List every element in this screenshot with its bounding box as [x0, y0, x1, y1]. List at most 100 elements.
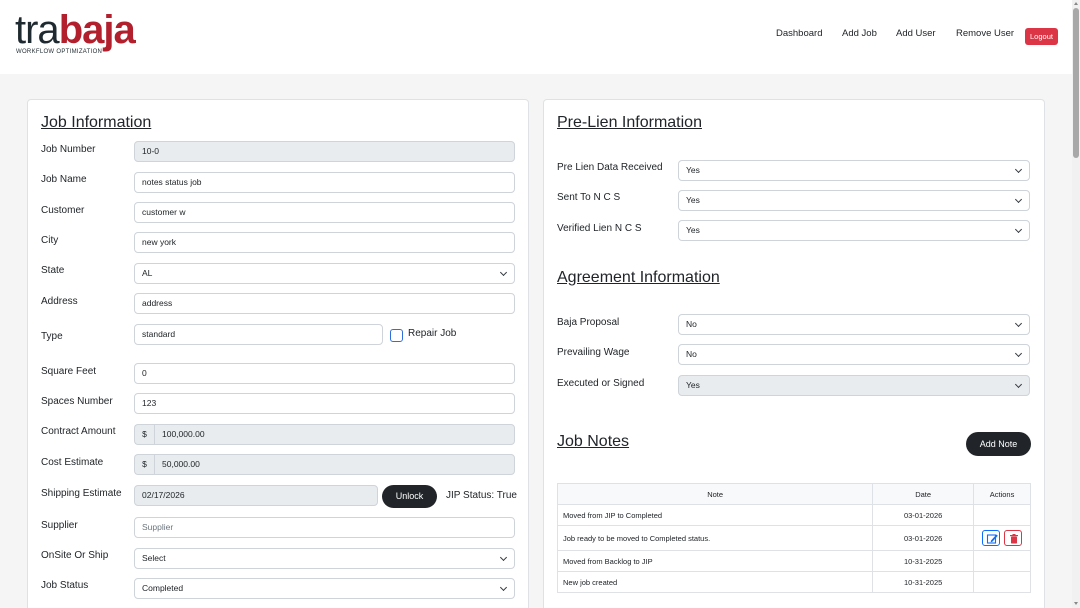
state-select-value: AL [142, 268, 153, 278]
pre-lien-data-received-value: Yes [686, 165, 700, 175]
unlock-button[interactable]: Unlock [382, 485, 437, 508]
actions-cell [973, 504, 1031, 526]
agreement-title: Agreement Information [557, 269, 720, 286]
date-cell: 10-31-2025 [872, 550, 975, 572]
prevailing-wage-label: Prevailing Wage [557, 347, 630, 358]
verified-lien-ncs-select[interactable]: Yes [678, 220, 1030, 241]
job-notes-table: Note Date Actions Moved from JIP to Comp… [556, 483, 1031, 593]
delete-note-button[interactable] [1004, 530, 1023, 546]
job-information-title: Job Information [41, 114, 152, 131]
actions-column-header: Actions [973, 483, 1031, 505]
chevron-down-icon [1014, 349, 1023, 358]
nav-remove-user[interactable]: Remove User [956, 28, 1014, 39]
edit-icon [986, 534, 998, 544]
scroll-up-arrow-icon[interactable] [1074, 2, 1078, 5]
actions-cell [973, 550, 1031, 572]
date-cell: 03-01-2026 [872, 525, 975, 551]
executed-or-signed-select: Yes [678, 375, 1030, 396]
executed-or-signed-value: Yes [686, 380, 700, 390]
note-cell: New job created [556, 571, 874, 593]
state-select[interactable]: AL [134, 263, 515, 284]
city-label: City [41, 235, 59, 246]
baja-proposal-select[interactable]: No [678, 314, 1030, 335]
jip-status-text: JIP Status: True [446, 490, 517, 501]
date-cell: 03-01-2026 [872, 504, 975, 526]
supplier-input[interactable]: Supplier [134, 517, 515, 538]
table-row: New job created 10-31-2025 [556, 571, 1031, 593]
repair-job-checkbox[interactable] [390, 329, 403, 342]
add-note-button[interactable]: Add Note [966, 432, 1031, 456]
chevron-down-icon [1014, 195, 1023, 204]
nav-add-user[interactable]: Add User [896, 28, 936, 39]
table-row: Moved from JIP to Completed 03-01-2026 [556, 504, 1031, 526]
table-header-row: Note Date Actions [556, 483, 1031, 505]
customer-input[interactable]: customer w [134, 202, 515, 223]
logout-button[interactable]: Logout [1025, 28, 1058, 45]
verified-lien-ncs-label: Verified Lien N C S [557, 223, 642, 234]
job-number-label: Job Number [41, 144, 96, 155]
scroll-down-arrow-icon[interactable] [1074, 602, 1078, 605]
onsite-or-ship-select[interactable]: Select [134, 548, 515, 569]
address-input[interactable]: address [134, 293, 515, 314]
job-name-input[interactable]: notes status job [134, 172, 515, 193]
chevron-down-icon [1014, 225, 1023, 234]
chevron-down-icon [499, 553, 508, 562]
job-status-select[interactable]: Completed [134, 578, 515, 599]
note-cell: Moved from JIP to Completed [556, 504, 874, 526]
job-status-label: Job Status [41, 580, 89, 591]
chevron-down-icon [499, 268, 508, 277]
square-feet-input[interactable]: 0 [134, 363, 515, 384]
supplier-label: Supplier [41, 520, 78, 531]
date-column-header: Date [872, 483, 975, 505]
chevron-down-icon [1014, 319, 1023, 328]
table-row: Moved from Backlog to JIP 10-31-2025 [556, 550, 1031, 572]
chevron-down-icon [1014, 380, 1023, 389]
logo-tagline: WORKFLOW OPTIMIZATION [16, 49, 103, 55]
table-row: Job ready to be moved to Completed statu… [556, 525, 1031, 551]
cost-estimate-label: Cost Estimate [41, 457, 104, 468]
type-input[interactable]: standard [134, 324, 383, 345]
page-scrollbar[interactable] [1072, 0, 1080, 608]
repair-job-label: Repair Job [408, 328, 457, 339]
job-status-value: Completed [142, 583, 184, 593]
chevron-down-icon [1014, 165, 1023, 174]
prevailing-wage-value: No [686, 349, 697, 359]
logo-part-baja: baja [58, 8, 136, 52]
state-label: State [41, 265, 65, 276]
actions-cell [973, 525, 1031, 551]
trash-icon [1010, 534, 1019, 544]
logo-wordmark: trabaja [15, 8, 136, 52]
nav-dashboard[interactable]: Dashboard [776, 28, 822, 39]
spaces-number-input[interactable]: 123 [134, 393, 515, 414]
note-cell: Moved from Backlog to JIP [556, 550, 874, 572]
pre-lien-data-received-select[interactable]: Yes [678, 160, 1030, 181]
city-input[interactable]: new york [134, 232, 515, 253]
note-column-header: Note [556, 483, 874, 505]
nav-add-job[interactable]: Add Job [842, 28, 877, 39]
prevailing-wage-select[interactable]: No [678, 344, 1030, 365]
job-name-label: Job Name [41, 174, 87, 185]
shipping-estimate-label: Shipping Estimate [41, 488, 122, 499]
customer-label: Customer [41, 205, 85, 216]
edit-note-button[interactable] [982, 530, 1001, 546]
note-cell: Job ready to be moved to Completed statu… [556, 525, 874, 551]
sent-to-ncs-select[interactable]: Yes [678, 190, 1030, 211]
shipping-estimate-field: 02/17/2026 [134, 485, 378, 506]
pre-lien-data-received-label: Pre Lien Data Received [557, 162, 663, 173]
cost-estimate-field: 50,000.00 [154, 454, 515, 475]
sent-to-ncs-value: Yes [686, 195, 700, 205]
job-notes-title: Job Notes [557, 433, 630, 450]
chevron-down-icon [499, 583, 508, 592]
spaces-number-label: Spaces Number [41, 396, 113, 407]
brand-logo[interactable]: trabaja WORKFLOW OPTIMIZATION [15, 10, 136, 59]
executed-or-signed-label: Executed or Signed [557, 378, 645, 389]
square-feet-label: Square Feet [41, 366, 97, 377]
baja-proposal-label: Baja Proposal [557, 317, 620, 328]
verified-lien-ncs-value: Yes [686, 225, 700, 235]
onsite-or-ship-value: Select [142, 553, 166, 563]
date-cell: 10-31-2025 [872, 571, 975, 593]
scrollbar-thumb[interactable] [1073, 8, 1079, 158]
logo-part-tra: tra [15, 8, 60, 52]
address-label: Address [41, 296, 78, 307]
contract-amount-currency: $ [134, 424, 154, 445]
